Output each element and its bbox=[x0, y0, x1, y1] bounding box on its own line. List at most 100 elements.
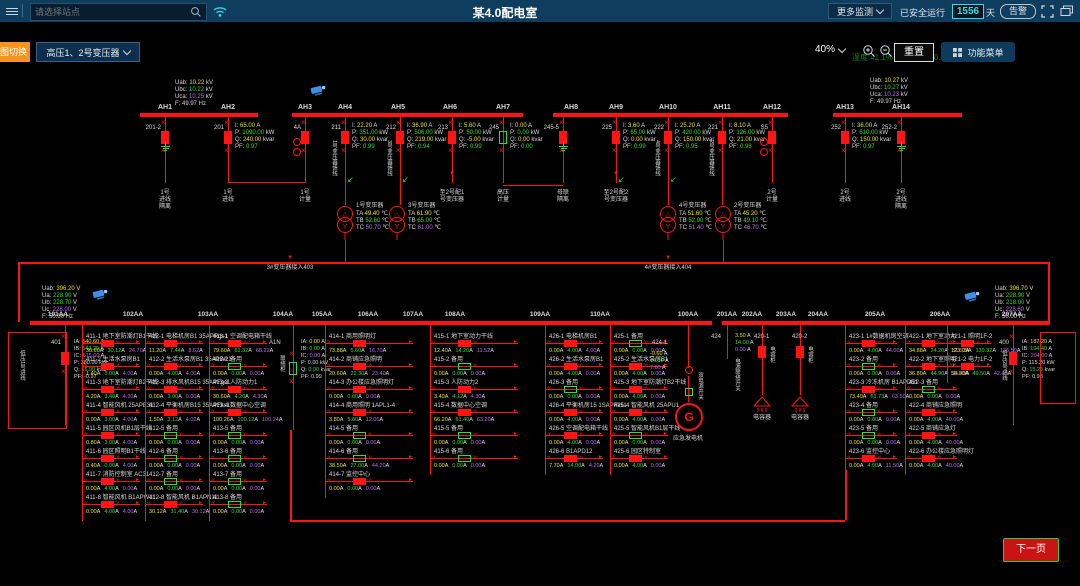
lv-feeder-breaker[interactable] bbox=[228, 432, 241, 439]
zoom-level-select[interactable]: 40% bbox=[815, 44, 845, 55]
lv-feeder-breaker[interactable] bbox=[862, 409, 875, 416]
next-page-button[interactable]: 下一页 bbox=[1003, 538, 1059, 562]
lv-feeder-breaker[interactable] bbox=[629, 455, 642, 462]
wifi-icon[interactable] bbox=[212, 5, 228, 18]
lv-feeder-breaker[interactable] bbox=[564, 363, 577, 370]
lv-feeder-breaker[interactable] bbox=[922, 455, 935, 462]
lv-feeder-breaker[interactable] bbox=[961, 340, 974, 347]
hv-breaker[interactable] bbox=[224, 131, 232, 144]
lv-feeder-breaker[interactable] bbox=[101, 363, 114, 370]
station-search[interactable] bbox=[30, 3, 207, 21]
lv-feeder-breaker[interactable] bbox=[564, 455, 577, 462]
device-code: 420-1 bbox=[754, 334, 769, 340]
lv-feeder-breaker[interactable] bbox=[353, 340, 366, 347]
lv-feeder-breaker[interactable] bbox=[164, 455, 177, 462]
hv-breaker[interactable] bbox=[768, 131, 776, 144]
lv-feeder-breaker[interactable] bbox=[353, 478, 366, 485]
lv-feeder-breaker[interactable] bbox=[922, 363, 935, 370]
fullscreen-icon[interactable] bbox=[1041, 5, 1054, 18]
hv-breaker[interactable] bbox=[448, 131, 456, 144]
lv-feeder-breaker[interactable] bbox=[101, 409, 114, 416]
lv-feeder-breaker[interactable] bbox=[862, 432, 875, 439]
zoom-out-icon[interactable] bbox=[879, 44, 893, 58]
lv-feeder-breaker[interactable] bbox=[961, 363, 974, 370]
diagram-switch-button[interactable]: 图切换 bbox=[0, 42, 30, 62]
lv-feeder-breaker[interactable] bbox=[228, 363, 241, 370]
lv-feeder-breaker[interactable] bbox=[458, 340, 471, 347]
hv-breaker[interactable] bbox=[396, 131, 404, 144]
lv-feeder-breaker[interactable] bbox=[564, 409, 577, 416]
lv-feeder-breaker[interactable] bbox=[458, 455, 471, 462]
alarm-button[interactable]: 告警 bbox=[1000, 4, 1036, 19]
more-monitor-button[interactable]: 更多监测 bbox=[828, 3, 892, 19]
lv-feeder-breaker[interactable] bbox=[101, 386, 114, 393]
capacitor-breaker[interactable] bbox=[796, 346, 804, 358]
hv-breaker[interactable] bbox=[718, 131, 726, 144]
lv-feeder-breaker[interactable] bbox=[564, 340, 577, 347]
lv-feeder-breaker[interactable] bbox=[458, 432, 471, 439]
lv-feeder-breaker[interactable] bbox=[862, 340, 875, 347]
lv-feeder-breaker[interactable] bbox=[629, 432, 642, 439]
lv-feeder-breaker[interactable] bbox=[164, 501, 177, 508]
function-menu-button[interactable]: 功能菜单 bbox=[941, 42, 1015, 62]
hv-breaker[interactable] bbox=[664, 131, 672, 144]
transformer-selector[interactable]: 高压1、2号变压器 bbox=[36, 42, 140, 62]
hv-breaker[interactable] bbox=[499, 131, 507, 144]
lv-feeder-breaker[interactable] bbox=[353, 386, 366, 393]
lv-feeder-breaker[interactable] bbox=[353, 432, 366, 439]
lv-feeder-breaker[interactable] bbox=[922, 409, 935, 416]
chevron-icon: » bbox=[644, 408, 648, 415]
hv-breaker[interactable] bbox=[841, 131, 849, 144]
lv-feeder-breaker[interactable] bbox=[922, 386, 935, 393]
search-input[interactable] bbox=[31, 7, 190, 17]
lv-tie-breaker[interactable] bbox=[289, 362, 297, 375]
lv-feeder-breaker[interactable] bbox=[164, 478, 177, 485]
lv-feeder-breaker[interactable] bbox=[629, 363, 642, 370]
svg-text:△: △ bbox=[394, 212, 400, 219]
lv-feeder-breaker[interactable] bbox=[862, 455, 875, 462]
lv-feeder-breaker[interactable] bbox=[101, 340, 114, 347]
lv-feeder-breaker[interactable] bbox=[164, 386, 177, 393]
hv-breaker[interactable] bbox=[301, 131, 309, 144]
lv-feeder-breaker[interactable] bbox=[564, 432, 577, 439]
lv-feeder-breaker[interactable] bbox=[228, 340, 241, 347]
lv-feeder-breaker[interactable] bbox=[922, 340, 935, 347]
lv-feeder-breaker[interactable] bbox=[164, 432, 177, 439]
lv-feeder-breaker[interactable] bbox=[164, 409, 177, 416]
lv-feeder-breaker[interactable] bbox=[353, 455, 366, 462]
lv-feeder-breaker[interactable] bbox=[101, 501, 114, 508]
lv-feeder-breaker[interactable] bbox=[164, 363, 177, 370]
lv-feeder-breaker[interactable] bbox=[862, 363, 875, 370]
lv-feeder-breaker[interactable] bbox=[164, 340, 177, 347]
lv-feeder-breaker[interactable] bbox=[458, 363, 471, 370]
lv-feeder-breaker[interactable] bbox=[564, 386, 577, 393]
lv-feeder-breaker[interactable] bbox=[101, 478, 114, 485]
menu-icon[interactable] bbox=[6, 6, 18, 16]
lv-feeder-breaker[interactable] bbox=[228, 409, 241, 416]
windows-icon[interactable] bbox=[1060, 5, 1074, 17]
lv-feeder-breaker[interactable] bbox=[922, 432, 935, 439]
lv-feeder-breaker[interactable] bbox=[629, 409, 642, 416]
lv-feeder-breaker[interactable] bbox=[458, 409, 471, 416]
lv-feeder-name: 425-3 地下室防潮灯B2干线 bbox=[614, 380, 686, 386]
lv-feeder-breaker[interactable] bbox=[353, 409, 366, 416]
hv-breaker[interactable] bbox=[341, 131, 349, 144]
lv-feeder-breaker[interactable] bbox=[101, 455, 114, 462]
capacitor-breaker[interactable] bbox=[758, 346, 766, 358]
lv-feeder-breaker[interactable] bbox=[228, 478, 241, 485]
lv-feeder-breaker[interactable] bbox=[228, 386, 241, 393]
arrow-right-icon: ► bbox=[513, 455, 518, 460]
lv-feeder-breaker[interactable] bbox=[862, 386, 875, 393]
reset-button[interactable]: 重置 bbox=[894, 43, 934, 62]
lv-feeder-breaker[interactable] bbox=[629, 386, 642, 393]
generator-icon[interactable]: G bbox=[675, 403, 703, 431]
switch-icon[interactable] bbox=[685, 366, 693, 374]
zoom-in-icon[interactable] bbox=[862, 44, 876, 58]
lv-feeder-breaker[interactable] bbox=[458, 386, 471, 393]
hv-breaker[interactable] bbox=[612, 131, 620, 144]
lv-feeder-breaker[interactable] bbox=[353, 363, 366, 370]
lv-feeder-breaker[interactable] bbox=[228, 501, 241, 508]
lv-feeder-breaker[interactable] bbox=[101, 432, 114, 439]
lv-feeder-breaker[interactable] bbox=[228, 455, 241, 462]
lv-feeder-breaker[interactable] bbox=[629, 340, 642, 347]
